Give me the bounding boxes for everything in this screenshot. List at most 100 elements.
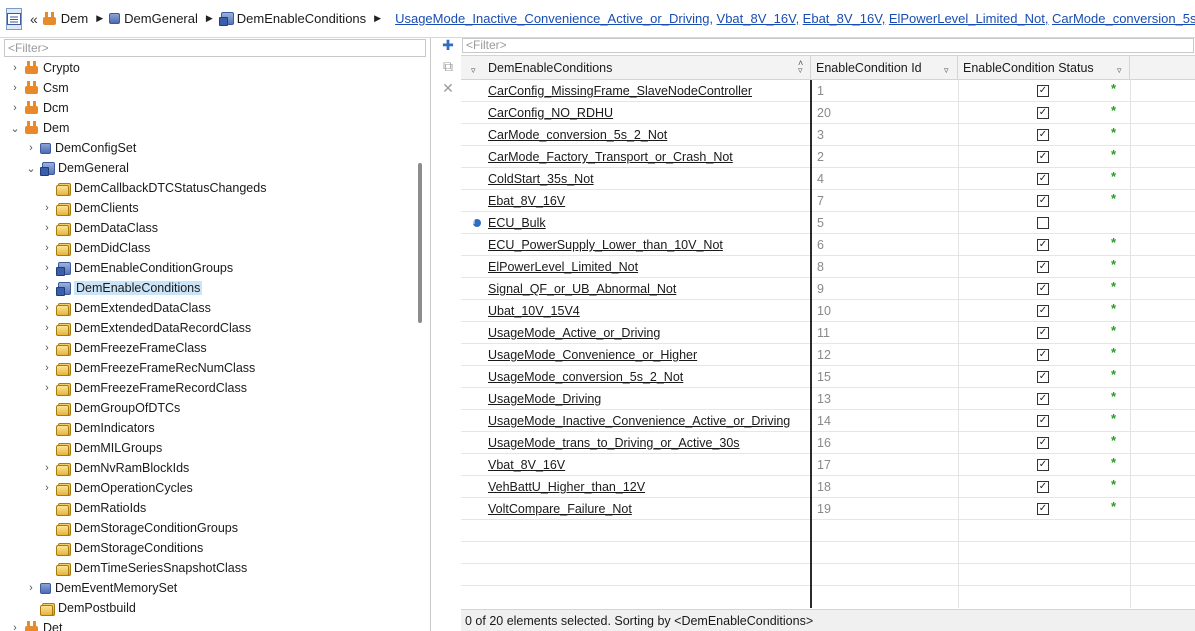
filter-icon[interactable]: ▿ — [798, 65, 803, 76]
enable-condition-name-link[interactable]: Ubat_10V_15V4 — [488, 300, 580, 322]
tree-item[interactable]: › DemNvRamBlockIds — [42, 458, 189, 478]
table-row[interactable]: CarConfig_NO_RDHU 20 ✓ * — [461, 102, 1195, 124]
table-row[interactable]: ColdStart_35s_Not 4 ✓ * — [461, 168, 1195, 190]
tree-item[interactable]: › DemFreezeFrameRecordClass — [42, 378, 247, 398]
expand-arrow-icon[interactable]: › — [10, 82, 20, 94]
tree-item[interactable]: › DemClients — [42, 198, 139, 218]
enable-condition-id-cell[interactable]: 6 — [817, 234, 824, 256]
expand-arrow-icon[interactable]: › — [42, 302, 52, 314]
enable-condition-status-checkbox[interactable]: ✓ — [1037, 349, 1049, 361]
enable-condition-status-checkbox[interactable]: ✓ — [1037, 261, 1049, 273]
enable-condition-name-link[interactable]: UsageMode_trans_to_Driving_or_Active_30s — [488, 432, 740, 454]
tree-item[interactable]: ⌄ DemGeneral — [26, 158, 129, 178]
table-row[interactable]: i ECU_Bulk 5 — [461, 212, 1195, 234]
breadcrumb-child-link[interactable]: Ebat_8V_16V, — [803, 11, 886, 26]
expand-arrow-icon[interactable]: › — [10, 622, 20, 631]
expand-arrow-icon[interactable]: › — [42, 462, 52, 474]
collapse-arrow-icon[interactable]: ⌄ — [10, 122, 20, 135]
enable-condition-id-cell[interactable]: 8 — [817, 256, 824, 278]
enable-condition-id-cell[interactable]: 16 — [817, 432, 831, 454]
expand-arrow-icon[interactable]: › — [42, 482, 52, 494]
enable-condition-id-cell[interactable]: 13 — [817, 388, 831, 410]
expand-arrow-icon[interactable]: › — [42, 382, 52, 394]
enable-condition-status-checkbox[interactable]: ✓ — [1037, 371, 1049, 383]
enable-condition-status-checkbox[interactable]: ✓ — [1037, 393, 1049, 405]
tree-item[interactable]: › DemFreezeFrameClass — [42, 338, 207, 358]
table-row[interactable]: UsageMode_Driving 13 ✓ * — [461, 388, 1195, 410]
expand-arrow-icon[interactable]: › — [42, 202, 52, 214]
tree-item[interactable]: › DemDidClass — [42, 238, 150, 258]
tree-item[interactable]: DemRatioIds — [42, 498, 146, 518]
expand-arrow-icon[interactable]: › — [42, 222, 52, 234]
enable-condition-name-link[interactable]: Vbat_8V_16V — [488, 454, 565, 476]
filter-icon[interactable]: ▿ — [944, 65, 949, 76]
table-row[interactable]: CarMode_conversion_5s_2_Not 3 ✓ * — [461, 124, 1195, 146]
enable-condition-name-link[interactable]: UsageMode_Driving — [488, 388, 601, 410]
filter-icon[interactable]: ▿ — [1117, 65, 1122, 76]
tree-item[interactable]: DemStorageConditions — [42, 538, 203, 558]
table-row[interactable]: Signal_QF_or_UB_Abnormal_Not 9 ✓ * — [461, 278, 1195, 300]
expand-arrow-icon[interactable]: › — [42, 242, 52, 254]
enable-condition-status-checkbox[interactable]: ✓ — [1037, 195, 1049, 207]
table-row[interactable]: Ebat_8V_16V 7 ✓ * — [461, 190, 1195, 212]
enable-condition-id-cell[interactable]: 19 — [817, 498, 831, 520]
enable-condition-name-link[interactable]: UsageMode_conversion_5s_2_Not — [488, 366, 683, 388]
tree-scrollbar[interactable] — [418, 163, 422, 323]
enable-condition-name-link[interactable]: CarMode_Factory_Transport_or_Crash_Not — [488, 146, 733, 168]
table-row[interactable]: Vbat_8V_16V 17 ✓ * — [461, 454, 1195, 476]
enable-condition-id-cell[interactable]: 20 — [817, 102, 831, 124]
enable-condition-id-cell[interactable]: 10 — [817, 300, 831, 322]
enable-condition-name-link[interactable]: VehBattU_Higher_than_12V — [488, 476, 645, 498]
tree-item[interactable]: › Det — [10, 618, 62, 631]
table-row[interactable]: VehBattU_Higher_than_12V 18 ✓ * — [461, 476, 1195, 498]
tree-item[interactable]: › DemEventMemorySet — [26, 578, 177, 598]
enable-condition-id-cell[interactable]: 11 — [817, 322, 830, 344]
column-header-status[interactable]: EnableCondition Status ▿ — [958, 56, 1130, 80]
enable-condition-status-checkbox[interactable]: ✓ — [1037, 239, 1049, 251]
breadcrumb-separator-icon[interactable]: ▶ — [374, 13, 381, 24]
tree-item[interactable]: › DemExtendedDataClass — [42, 298, 211, 318]
tree-item[interactable]: › DemFreezeFrameRecNumClass — [42, 358, 255, 378]
enable-condition-id-cell[interactable]: 15 — [817, 366, 831, 388]
enable-condition-id-cell[interactable]: 5 — [817, 212, 824, 234]
tree-item[interactable]: › DemOperationCycles — [42, 478, 193, 498]
expand-arrow-icon[interactable]: › — [10, 102, 20, 114]
breadcrumb-back-button[interactable]: « — [30, 11, 38, 27]
column-header-name[interactable]: ▿ DemEnableConditions ˄ ▿ — [461, 56, 811, 80]
frozen-column-divider[interactable] — [810, 80, 812, 608]
tree-item[interactable]: DemMILGroups — [42, 438, 162, 458]
tree-item[interactable]: › DemExtendedDataRecordClass — [42, 318, 251, 338]
breadcrumb-child-link[interactable]: CarMode_conversion_5s_2_ — [1052, 11, 1195, 26]
tree-item[interactable]: › DemConfigSet — [26, 138, 136, 158]
table-row[interactable]: UsageMode_Inactive_Convenience_Active_or… — [461, 410, 1195, 432]
delete-icon[interactable]: ✕ — [441, 81, 455, 95]
enable-condition-status-checkbox[interactable]: ✓ — [1037, 283, 1049, 295]
tree-item[interactable]: DemIndicators — [42, 418, 155, 438]
breadcrumb-item-dem[interactable]: Dem — [42, 11, 88, 26]
enable-condition-name-link[interactable]: VoltCompare_Failure_Not — [488, 498, 632, 520]
enable-condition-status-checkbox[interactable]: ✓ — [1037, 415, 1049, 427]
enable-condition-status-checkbox[interactable]: ✓ — [1037, 327, 1049, 339]
filter-icon[interactable]: ▿ — [471, 65, 476, 76]
enable-condition-id-cell[interactable]: 9 — [817, 278, 824, 300]
enable-condition-name-link[interactable]: Ebat_8V_16V — [488, 190, 565, 212]
tree-item[interactable]: ⌄ Dem — [10, 118, 69, 138]
enable-condition-name-link[interactable]: ColdStart_35s_Not — [488, 168, 594, 190]
breadcrumb-child-link[interactable]: UsageMode_Inactive_Convenience_Active_or… — [395, 11, 713, 26]
enable-condition-id-cell[interactable]: 3 — [817, 124, 824, 146]
enable-condition-name-link[interactable]: ECU_Bulk — [488, 212, 546, 234]
enable-condition-status-checkbox[interactable]: ✓ — [1037, 85, 1049, 97]
enable-condition-id-cell[interactable]: 7 — [817, 190, 824, 212]
tree-item[interactable]: › DemEnableConditions — [42, 278, 203, 298]
breadcrumb-child-link[interactable]: ElPowerLevel_Limited_Not, — [889, 11, 1049, 26]
enable-condition-status-checkbox[interactable]: ✓ — [1037, 107, 1049, 119]
tree-filter-input[interactable]: <Filter> — [4, 39, 426, 57]
table-row[interactable]: Ubat_10V_15V4 10 ✓ * — [461, 300, 1195, 322]
tree-item[interactable]: DemPostbuild — [26, 598, 136, 618]
enable-condition-id-cell[interactable]: 12 — [817, 344, 831, 366]
tree-item[interactable]: › DemDataClass — [42, 218, 158, 238]
tree-item[interactable]: DemGroupOfDTCs — [42, 398, 180, 418]
duplicate-icon[interactable]: ⧉ — [441, 59, 455, 73]
enable-condition-name-link[interactable]: ECU_PowerSupply_Lower_than_10V_Not — [488, 234, 723, 256]
breadcrumb-item-demgeneral[interactable]: DemGeneral — [109, 11, 198, 26]
